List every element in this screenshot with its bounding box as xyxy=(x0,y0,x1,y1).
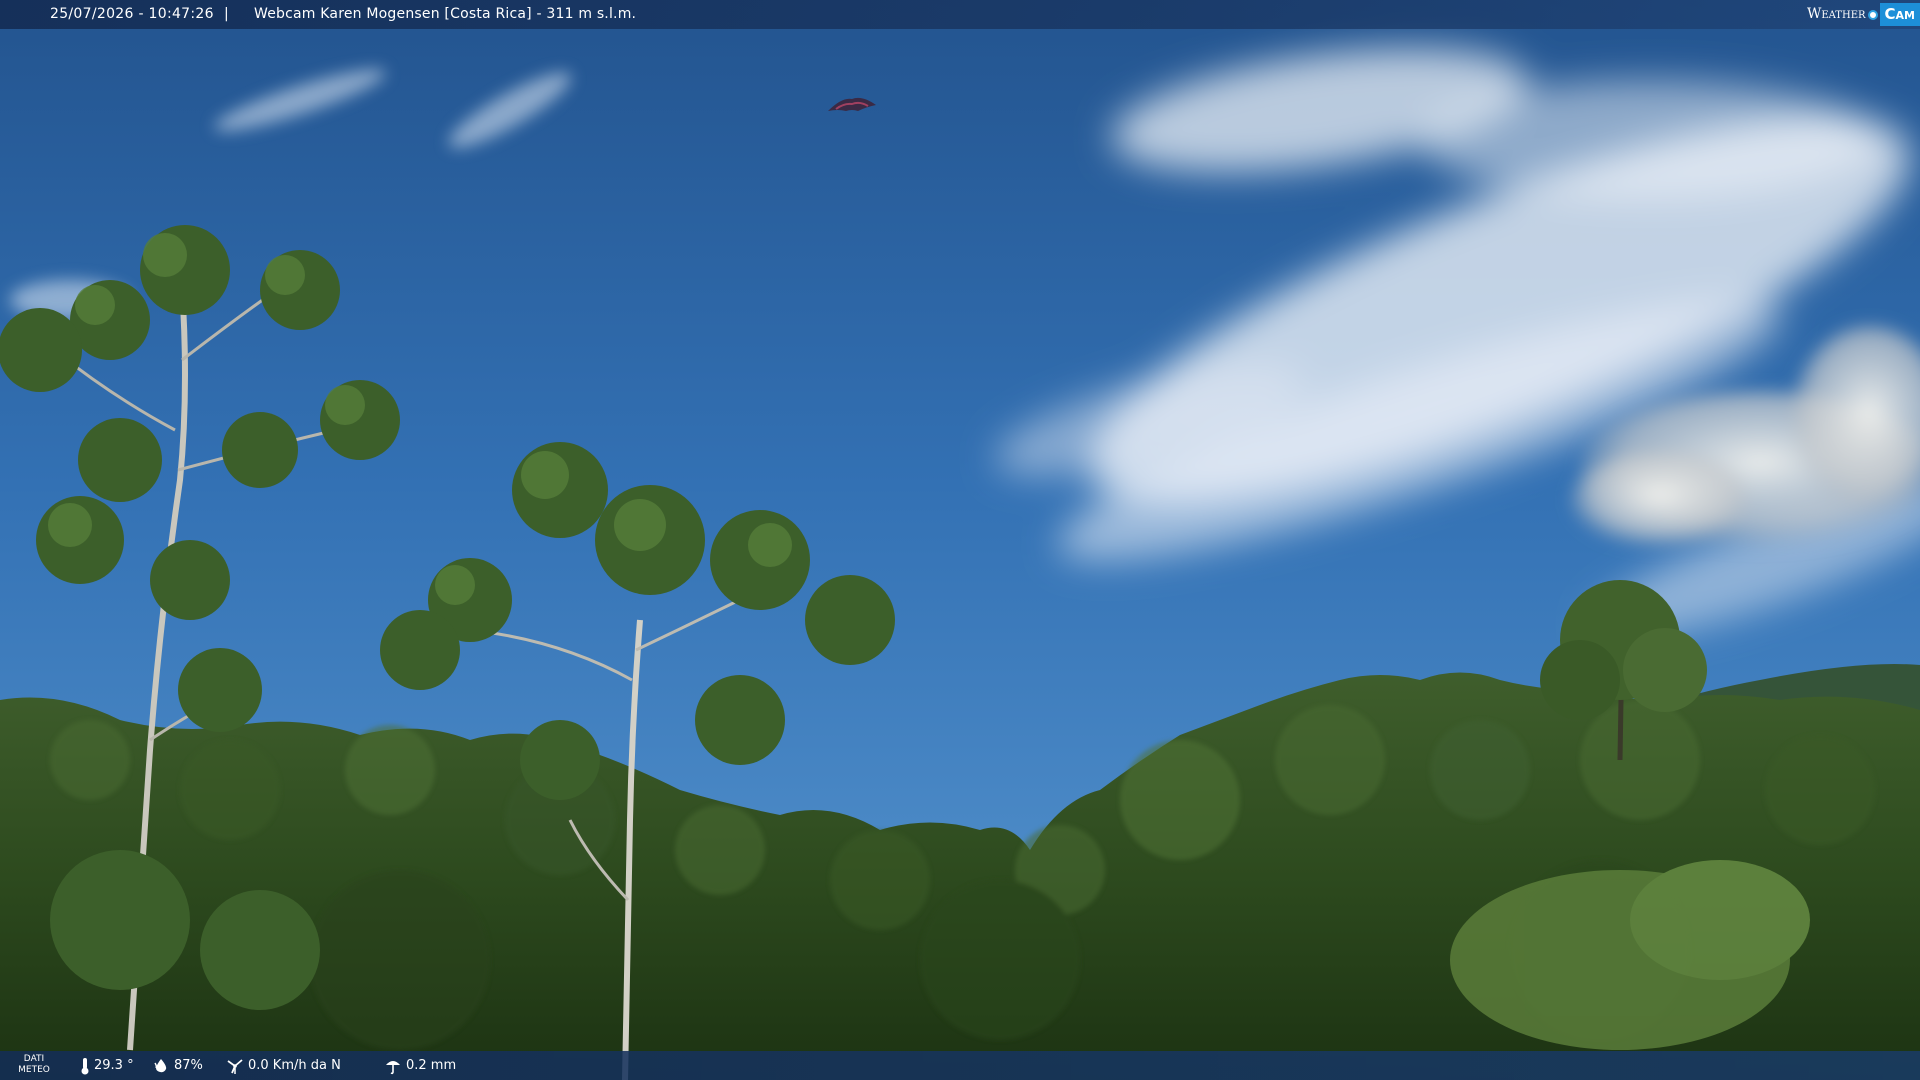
logo-cam: Cam xyxy=(1879,3,1920,26)
webcam-image xyxy=(0,0,1920,1080)
wind-icon xyxy=(227,1058,243,1074)
webcam-title: Webcam Karen Mogensen [Costa Rica] - 311… xyxy=(254,6,637,22)
temperature-metric: 29.3 ° xyxy=(80,1051,134,1080)
rain-metric: 0.2 mm xyxy=(384,1051,456,1080)
logo-dot-icon xyxy=(1867,9,1878,20)
wind-value: 0.0 Km/h da N xyxy=(248,1058,341,1073)
top-info-bar: 25/07/2026 - 10:47:26 | Webcam Karen Mog… xyxy=(0,0,1920,29)
header-separator: | xyxy=(224,6,229,22)
timestamp: 25/07/2026 - 10:47:26 xyxy=(50,6,214,22)
webcam-viewport: 25/07/2026 - 10:47:26 | Webcam Karen Mog… xyxy=(0,0,1920,1080)
rain-gauge-icon xyxy=(386,1060,400,1074)
temperature-value: 29.3 ° xyxy=(94,1058,134,1073)
bottom-weather-bar: DATI METEO 29.3 ° 87% 0.0 Km/h da N 0.2 … xyxy=(0,1051,1920,1080)
droplet-icon xyxy=(154,1058,167,1072)
meteo-label: DATI METEO xyxy=(14,1054,54,1076)
logo-word: Weather xyxy=(1806,6,1866,22)
meteo-label-line2: METEO xyxy=(18,1065,50,1075)
humidity-metric: 87% xyxy=(152,1051,203,1080)
weathercam-logo: Weather Cam xyxy=(1807,2,1920,27)
meteo-label-line1: DATI xyxy=(23,1054,45,1064)
humidity-value: 87% xyxy=(174,1058,203,1073)
rain-value: 0.2 mm xyxy=(406,1058,457,1073)
wind-metric: 0.0 Km/h da N xyxy=(226,1051,341,1080)
thermometer-icon xyxy=(81,1057,89,1074)
